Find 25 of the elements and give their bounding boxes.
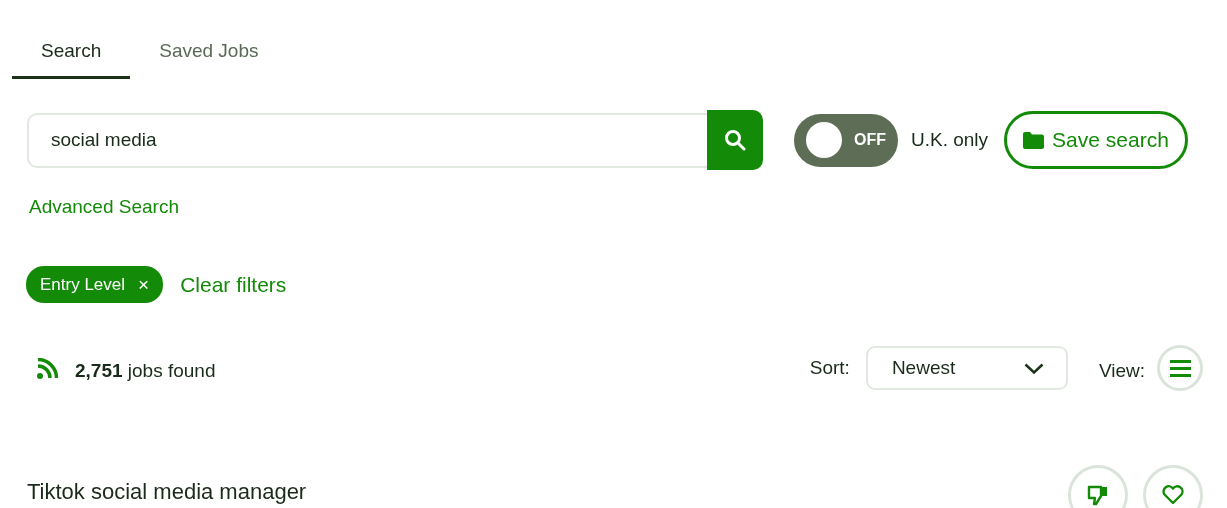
save-search-button[interactable]: Save search [1004, 111, 1188, 169]
toggle-switch[interactable]: OFF [794, 113, 898, 167]
advanced-search-link[interactable]: Advanced Search [29, 196, 179, 218]
thumbs-down-icon [1087, 484, 1109, 506]
heart-icon [1162, 485, 1184, 505]
dislike-button[interactable] [1068, 465, 1128, 508]
clear-filters-link[interactable]: Clear filters [180, 272, 287, 297]
tab[interactable]: Search [12, 30, 131, 79]
sort-label: Sort: [809, 357, 850, 379]
menu-icon [1169, 359, 1191, 377]
rss-icon [37, 357, 58, 379]
search-field[interactable]: social media [27, 112, 707, 168]
favorite-button[interactable] [1143, 465, 1203, 508]
filter-chip[interactable]: Entry Level × [26, 266, 164, 303]
sort-dropdown[interactable]: Newest [865, 346, 1068, 390]
folder-icon [1023, 131, 1045, 149]
tab[interactable]: Saved Jobs [130, 30, 288, 79]
view-label: View: [1098, 360, 1145, 382]
toggle-label: U.K. only [911, 129, 989, 151]
search-button[interactable] [707, 110, 763, 170]
job-title[interactable]: Tiktok social media manager [27, 479, 307, 505]
results-count: 2,751 jobs found [75, 360, 216, 382]
search-icon [724, 129, 746, 151]
list-view-button[interactable] [1157, 345, 1203, 391]
chevron-down-icon [1023, 362, 1044, 374]
